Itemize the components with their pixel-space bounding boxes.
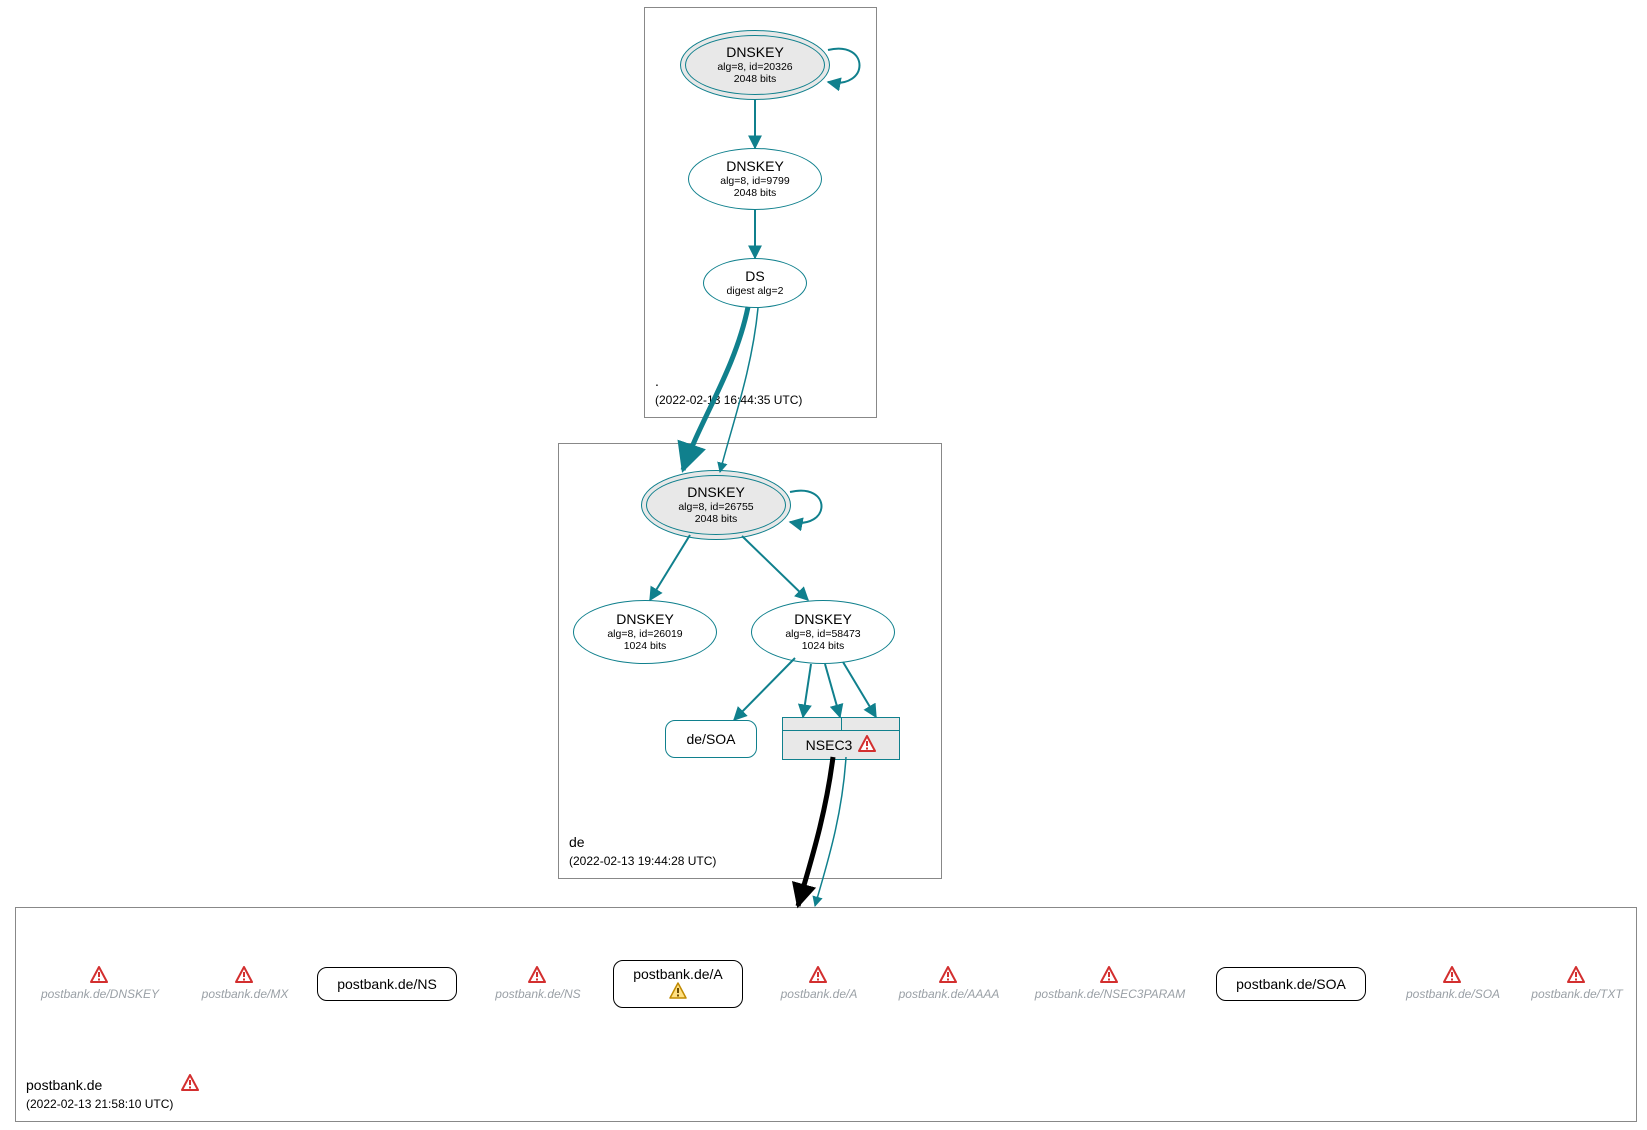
zone-root-name: . [655, 373, 659, 389]
rrset-postbank-ns-secondary[interactable]: postbank.de/NS [478, 966, 598, 1001]
rrset-postbank-nsec3param[interactable]: postbank.de/NSEC3PARAM [1025, 966, 1195, 1001]
rrset-postbank-a-secondary[interactable]: postbank.de/A [764, 966, 874, 1001]
node-sub: alg=8, id=26019 [607, 628, 682, 640]
warning-icon [181, 1074, 203, 1099]
warning-icon [1100, 966, 1120, 987]
node-sub: digest alg=2 [727, 285, 784, 297]
warning-icon [235, 966, 255, 987]
node-sub: 2048 bits [695, 513, 738, 525]
zone-root-timestamp: (2022-02-13 16:44:35 UTC) [655, 393, 802, 407]
rrset-label: postbank.de/A [633, 966, 723, 982]
warning-icon [1443, 966, 1463, 987]
rrset-label: postbank.de/AAAA [899, 987, 1000, 1001]
nsec3-node[interactable]: NSEC3 [782, 717, 900, 760]
rrset-postbank-txt[interactable]: postbank.de/TXT [1522, 966, 1632, 1001]
rrset-postbank-soa-primary[interactable]: postbank.de/SOA [1216, 967, 1366, 1001]
node-sub: 2048 bits [734, 187, 777, 199]
node-sub: 2048 bits [734, 73, 777, 85]
rrset-label: postbank.de/A [781, 987, 858, 1001]
node-sub: 1024 bits [624, 640, 667, 652]
nsec3-segments [782, 717, 900, 731]
node-title: DNSKEY [794, 612, 852, 627]
node-title: DNSKEY [687, 485, 745, 500]
node-sub: 1024 bits [802, 640, 845, 652]
node-title: DNSKEY [616, 612, 674, 627]
rrset-label: postbank.de/NS [495, 987, 580, 1001]
dnskey-node-de-zsk2[interactable]: DNSKEY alg=8, id=58473 1024 bits [751, 600, 895, 664]
warning-icon [858, 735, 876, 755]
rrset-label: de/SOA [686, 731, 735, 747]
rrset-label: postbank.de/NS [337, 976, 437, 992]
zone-de-timestamp: (2022-02-13 19:44:28 UTC) [569, 854, 716, 868]
rrset-label: postbank.de/MX [202, 987, 289, 1001]
diagram-canvas: . (2022-02-13 16:44:35 UTC) de (2022-02-… [0, 0, 1647, 1130]
warning-icon [528, 966, 548, 987]
rrset-label: postbank.de/TXT [1531, 987, 1622, 1001]
node-title: DNSKEY [726, 45, 784, 60]
node-sub: alg=8, id=20326 [717, 61, 792, 73]
rrset-label: postbank.de/NSEC3PARAM [1035, 987, 1186, 1001]
zone-de-name: de [569, 834, 585, 850]
rrset-label: postbank.de/DNSKEY [41, 987, 159, 1001]
node-sub: alg=8, id=26755 [678, 501, 753, 513]
nsec3-label: NSEC3 [806, 737, 853, 753]
warning-icon [1567, 966, 1587, 987]
ds-node-root[interactable]: DS digest alg=2 [703, 258, 807, 308]
zone-postbank: postbank.de (2022-02-13 21:58:10 UTC) [15, 907, 1637, 1122]
rrset-postbank-ns-primary[interactable]: postbank.de/NS [317, 967, 457, 1001]
node-title: DS [745, 269, 764, 284]
warning-icon [669, 982, 687, 1002]
node-title: DNSKEY [726, 159, 784, 174]
node-sub: alg=8, id=58473 [785, 628, 860, 640]
rrset-label: postbank.de/SOA [1236, 976, 1346, 992]
dnskey-node-de-zsk1[interactable]: DNSKEY alg=8, id=26019 1024 bits [573, 600, 717, 664]
warning-icon [809, 966, 829, 987]
dnskey-node-de-ksk[interactable]: DNSKEY alg=8, id=26755 2048 bits [641, 470, 791, 540]
rrset-postbank-dnskey[interactable]: postbank.de/DNSKEY [30, 966, 170, 1001]
rrset-postbank-a-primary[interactable]: postbank.de/A [613, 960, 743, 1008]
node-sub: alg=8, id=9799 [720, 175, 789, 187]
warning-icon [90, 966, 110, 987]
rrset-de-soa[interactable]: de/SOA [665, 720, 757, 758]
rrset-postbank-aaaa[interactable]: postbank.de/AAAA [884, 966, 1014, 1001]
dnskey-node-root-ksk[interactable]: DNSKEY alg=8, id=20326 2048 bits [680, 30, 830, 100]
rrset-label: postbank.de/SOA [1406, 987, 1500, 1001]
zone-postbank-timestamp: (2022-02-13 21:58:10 UTC) [26, 1097, 173, 1111]
zone-postbank-name: postbank.de [26, 1077, 102, 1093]
rrset-postbank-mx[interactable]: postbank.de/MX [185, 966, 305, 1001]
dnskey-node-root-zsk[interactable]: DNSKEY alg=8, id=9799 2048 bits [688, 148, 822, 210]
warning-icon [939, 966, 959, 987]
rrset-postbank-soa-secondary[interactable]: postbank.de/SOA [1388, 966, 1518, 1001]
